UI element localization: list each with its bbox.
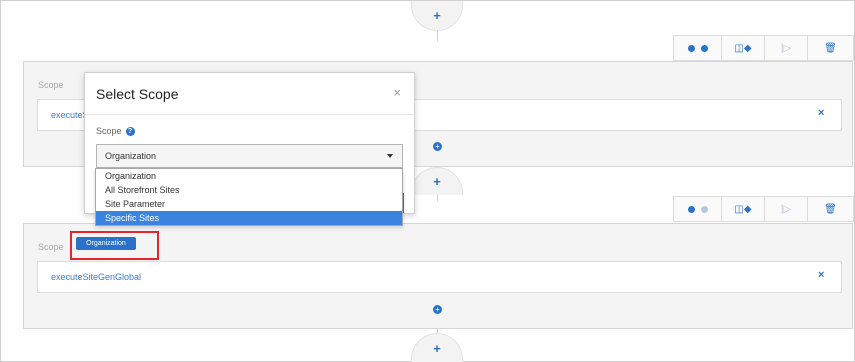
remove-job-icon[interactable]: ×: [818, 269, 824, 281]
play-icon: [700, 44, 708, 52]
trash-icon: 🗑: [824, 42, 837, 54]
option-specific-sites[interactable]: Specific Sites: [96, 211, 402, 225]
scope-select[interactable]: Organization: [96, 144, 403, 168]
add-job-icon[interactable]: +: [433, 305, 442, 314]
remove-job-icon[interactable]: ×: [818, 107, 824, 119]
step-toolbar-2: ◫◆ |▷ 🗑: [673, 196, 854, 222]
step-toolbar-1: ◫◆ |▷ 🗑: [673, 35, 854, 61]
run-buttons[interactable]: [674, 197, 722, 221]
step-icon: |▷: [780, 42, 792, 54]
chevron-down-icon: [387, 154, 393, 158]
scope-label: Scope: [38, 80, 64, 90]
add-step-button-top[interactable]: +: [411, 1, 463, 31]
split-icon: ◫◆: [734, 42, 752, 54]
scope-select-value: Organization: [105, 151, 157, 161]
split-button[interactable]: ◫◆: [722, 36, 765, 60]
add-step-button-bottom[interactable]: +: [411, 333, 463, 362]
dialog-title: Select Scope: [96, 86, 179, 102]
flow-editor: + ◫◆ |▷ 🗑 Scope executeSiteGenSomething …: [0, 0, 855, 362]
add-job-icon[interactable]: +: [433, 142, 442, 151]
split-button[interactable]: ◫◆: [722, 197, 765, 221]
play-icon: [700, 205, 708, 213]
run-buttons[interactable]: [674, 36, 722, 60]
divider: [85, 114, 414, 115]
step-icon: |▷: [780, 203, 792, 215]
scope-label-text: Scope: [96, 126, 122, 136]
job-row[interactable]: executeSiteGenGlobal: [37, 261, 842, 293]
scope-options-list: Organization All Storefront Sites Site P…: [95, 168, 403, 226]
scope-label: Scope: [38, 242, 64, 252]
play-icon: [687, 205, 695, 213]
option-all-storefront-sites[interactable]: All Storefront Sites: [96, 183, 402, 197]
job-link[interactable]: executeSiteGenGlobal: [51, 272, 141, 282]
play-icon: [687, 44, 695, 52]
delete-step-button[interactable]: 🗑: [808, 36, 853, 60]
add-step-button-middle[interactable]: +: [411, 167, 463, 195]
option-organization[interactable]: Organization: [96, 169, 402, 183]
help-icon[interactable]: ?: [125, 126, 135, 136]
highlight-box: [70, 231, 159, 260]
step-button[interactable]: |▷: [765, 197, 808, 221]
step-button[interactable]: |▷: [765, 36, 808, 60]
delete-step-button[interactable]: 🗑: [808, 197, 853, 221]
close-icon[interactable]: ×: [393, 85, 401, 100]
trash-icon: 🗑: [824, 203, 837, 215]
option-site-parameter[interactable]: Site Parameter: [96, 197, 402, 211]
split-icon: ◫◆: [734, 203, 752, 215]
scope-field-label: Scope ?: [96, 126, 135, 136]
